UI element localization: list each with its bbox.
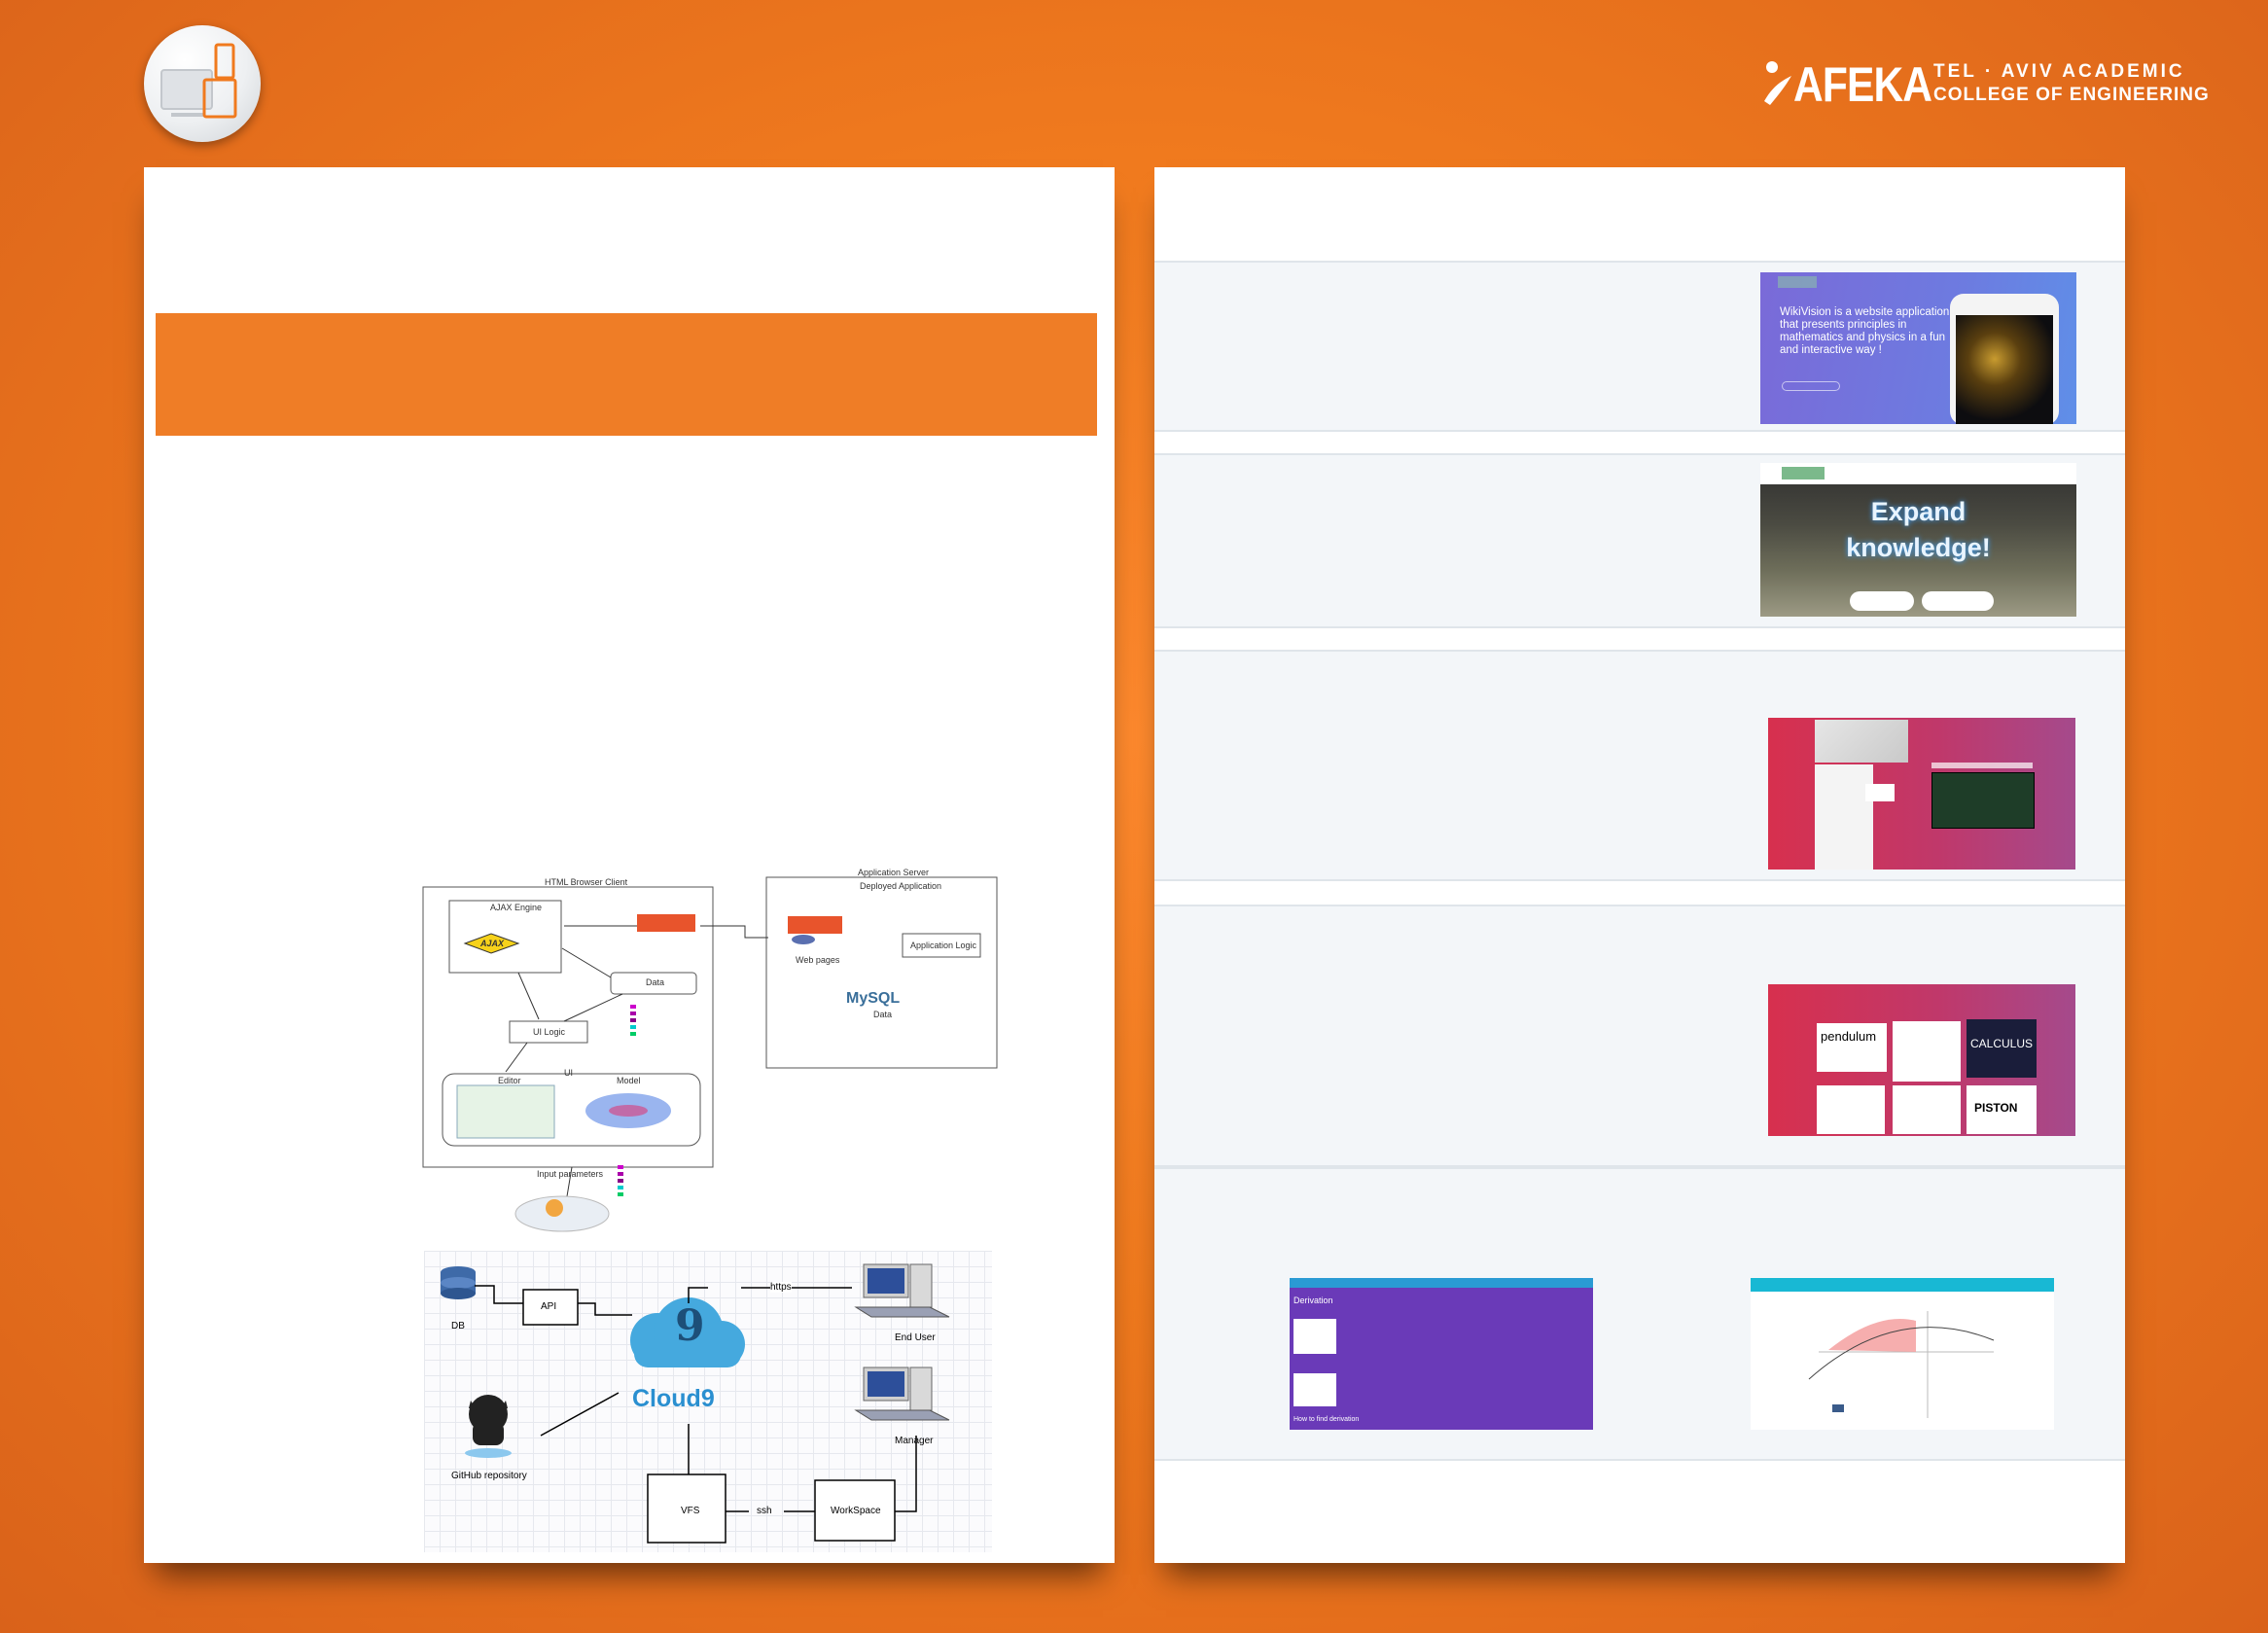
card-pendulum: pendulum xyxy=(1817,1023,1887,1072)
ui-label: UI xyxy=(564,1068,573,1078)
server-title: Application Server xyxy=(858,868,930,877)
afeka-small-logo-icon xyxy=(1778,276,1817,288)
student-photo xyxy=(1815,720,1908,763)
mysql-button xyxy=(1922,591,1994,611)
card-piston-title: PISTON xyxy=(1974,1101,2018,1115)
subject-menu-screenshot xyxy=(1768,718,2075,870)
brand-name: AFEKA xyxy=(1793,57,1932,112)
expand-heading-line-1: Expand xyxy=(1870,497,1967,526)
vfs-label: VFS xyxy=(681,1506,700,1516)
title-band xyxy=(156,313,1097,436)
derivation-top-bar xyxy=(1290,1278,1593,1288)
dropdown-submenu xyxy=(1865,784,1895,801)
card-vectors xyxy=(1893,1021,1961,1082)
video-thumbnail xyxy=(1931,772,2035,829)
workspace-label: WorkSpace xyxy=(831,1506,881,1516)
card-physics xyxy=(1817,1085,1885,1134)
editor-label: Editor xyxy=(498,1076,521,1085)
client-title: HTML Browser Client xyxy=(545,877,628,887)
derivation-title: Derivation xyxy=(1293,1296,1333,1305)
devices-logo-icon xyxy=(144,25,261,142)
cloud9-digit: 9 xyxy=(675,1301,705,1351)
ajax-logo-text: AJAX xyxy=(480,939,505,948)
derivation-graph-1 xyxy=(1293,1319,1336,1354)
ssh-label: ssh xyxy=(757,1506,772,1516)
input-parameters-label: Input parameters xyxy=(537,1169,604,1179)
wikivision-home-screenshot: WikiVision is a website application that… xyxy=(1760,272,2076,424)
db-label: DB xyxy=(451,1321,465,1331)
card-piston: PISTON xyxy=(1967,1085,2037,1134)
server-data-label: Data xyxy=(873,1010,893,1019)
architecture-diagram: HTML Browser Client Application Server A… xyxy=(418,866,1002,1235)
expand-knowledge-screenshot: Expand knowledge! xyxy=(1760,463,2076,617)
api-label: API xyxy=(541,1301,557,1312)
topics-grid-screenshot: pendulum CALCULUS PISTON xyxy=(1768,984,2075,1136)
derivation-link[interactable]: How to find derivation xyxy=(1293,1416,1359,1423)
github-icon xyxy=(465,1395,512,1458)
card-calculus: CALCULUS xyxy=(1967,1019,2037,1078)
derivation-screenshot: Derivation How to find derivation xyxy=(1290,1278,1593,1430)
card-pendulum-title: pendulum xyxy=(1821,1029,1877,1044)
phone-screen xyxy=(1956,315,2053,424)
mysql-logo: MySQL xyxy=(846,990,901,1007)
manager-computer-icon xyxy=(854,1367,950,1421)
phone-icon xyxy=(1950,294,2059,424)
github-label: GitHub repository xyxy=(451,1471,527,1481)
end-user-computer-icon xyxy=(854,1263,950,1318)
application-logic-label: Application Logic xyxy=(910,941,977,950)
intro-button xyxy=(1782,381,1840,391)
brand-line-2: COLLEGE OF ENGINEERING xyxy=(1933,85,2210,105)
deployed-application-label: Deployed Application xyxy=(860,881,942,891)
integral-graph-screenshot xyxy=(1751,1278,2054,1430)
afeka-logo: AFEKA TEL · AVIV ACADEMIC COLLEGE OF ENG… xyxy=(1762,57,2209,112)
afeka-mark-icon xyxy=(1764,61,1791,105)
derivation-graph-2 xyxy=(1293,1373,1336,1406)
ui-logic-label: UI Logic xyxy=(533,1027,566,1037)
https-label: https xyxy=(770,1282,792,1293)
card-calculus-title: CALCULUS xyxy=(1970,1037,2034,1050)
model-label: Model xyxy=(617,1076,641,1085)
dropdown-menu xyxy=(1815,764,1873,870)
integral-graph xyxy=(1808,1311,1995,1418)
nav-buttons xyxy=(1931,763,2033,768)
end-user-label: End User xyxy=(895,1332,936,1343)
ajax-engine-label: AJAX Engine xyxy=(490,903,543,912)
expand-heading-line-2: knowledge! xyxy=(1846,533,1991,562)
manager-label: Manager xyxy=(895,1436,934,1446)
card-trig xyxy=(1893,1085,1961,1134)
wikivision-intro-text: WikiVision is a website application that… xyxy=(1780,306,1950,356)
database-icon xyxy=(441,1266,476,1299)
brand-line-1: TEL · AVIV ACADEMIC xyxy=(1933,61,2185,82)
java-button xyxy=(1850,591,1914,611)
deployment-diagram: DB API 9 Cloud9 https End User Manager G… xyxy=(424,1251,992,1552)
afeka-small-logo-icon xyxy=(1782,467,1825,479)
cloud9-label: Cloud9 xyxy=(632,1385,715,1412)
data-label: Data xyxy=(646,977,665,987)
web-pages-label: Web pages xyxy=(796,955,840,965)
